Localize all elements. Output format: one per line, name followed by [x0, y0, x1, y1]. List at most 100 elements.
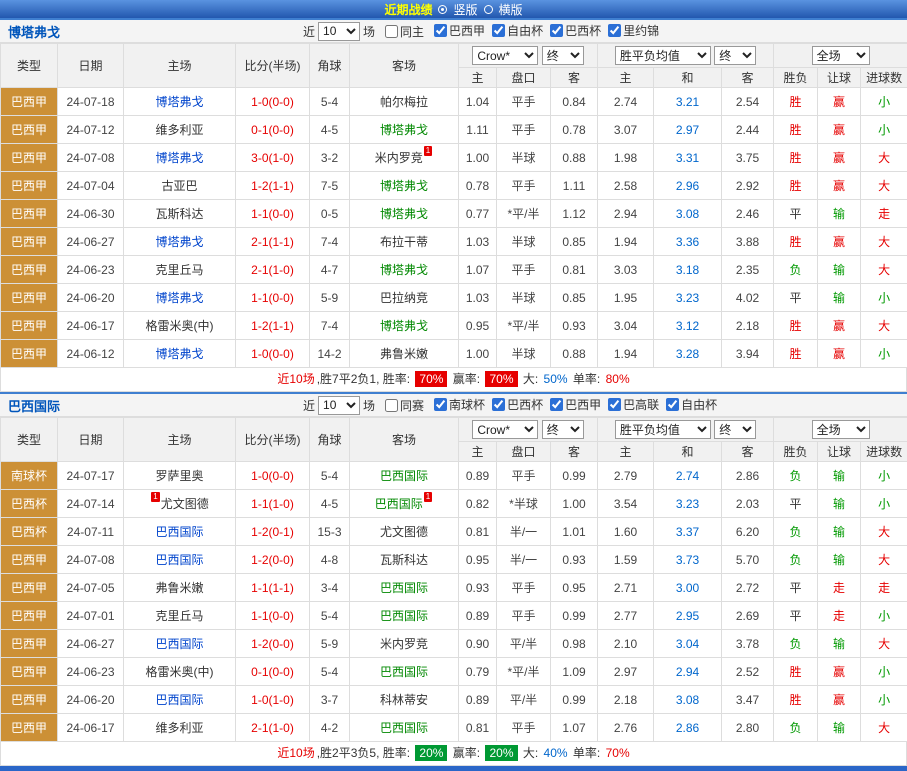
- league-checkbox[interactable]: [492, 398, 505, 411]
- league-type: 巴西甲: [1, 144, 58, 172]
- league-checkbox[interactable]: [608, 24, 621, 37]
- away-team-name[interactable]: 巴西国际: [380, 581, 428, 595]
- asian-odds-group: Crow* 终: [459, 44, 598, 68]
- subcol-asian-away: 客: [551, 442, 598, 462]
- scope-select[interactable]: 全场: [812, 46, 870, 65]
- away-team-name[interactable]: 巴西国际: [380, 469, 428, 483]
- odds-final-select[interactable]: 终: [542, 420, 584, 439]
- same-venue-filter[interactable]: 同主: [385, 23, 424, 40]
- same-venue-filter[interactable]: 同赛: [385, 397, 424, 414]
- match-count-select[interactable]: 10: [318, 22, 360, 41]
- score: 1-2(0-0): [236, 630, 310, 658]
- section-team-1: 博塔弗戈 近 10 场 同主 巴西甲自由杯巴西杯里约锦 类型 日期 主场 比分(…: [0, 18, 907, 392]
- away-team-name[interactable]: 巴西国际1: [375, 497, 433, 511]
- layout-vertical-radio[interactable]: [438, 5, 447, 14]
- away-team-name[interactable]: 巴西国际: [380, 665, 428, 679]
- team-name-heading[interactable]: 巴西国际: [8, 396, 303, 415]
- league-filter[interactable]: 南球杯: [434, 396, 485, 413]
- league-checkbox[interactable]: [492, 24, 505, 37]
- euro-away-odds: 3.75: [722, 144, 774, 172]
- avg-odds-select[interactable]: 胜平负均值: [615, 420, 711, 439]
- match-count-select[interactable]: 10: [318, 396, 360, 415]
- home-team-name[interactable]: 博塔弗戈: [155, 347, 203, 361]
- away-team-name[interactable]: 博塔弗戈: [380, 207, 428, 221]
- asian-away-odds: 0.81: [551, 256, 598, 284]
- away-team-cell: 博塔弗戈: [350, 116, 459, 144]
- away-team-name[interactable]: 巴西国际: [380, 721, 428, 735]
- home-team-cell: 博塔弗戈: [124, 340, 236, 368]
- col-header-corner: 角球: [310, 44, 350, 88]
- euro-home-odds: 2.76: [598, 714, 654, 742]
- red-card-badge: 1: [151, 492, 159, 502]
- handicap-line: 半球: [497, 228, 551, 256]
- league-filter[interactable]: 巴西甲: [550, 396, 601, 413]
- home-team-name[interactable]: 博塔弗戈: [155, 151, 203, 165]
- odds-provider-select[interactable]: Crow*: [472, 46, 538, 65]
- home-team-name[interactable]: 博塔弗戈: [155, 235, 203, 249]
- red-card-badge: 1: [424, 492, 432, 502]
- league-checkbox[interactable]: [550, 24, 563, 37]
- league-checkbox[interactable]: [434, 398, 447, 411]
- home-team-name[interactable]: 巴西国际: [155, 553, 203, 567]
- league-filter[interactable]: 自由杯: [492, 22, 543, 39]
- avg-odds-select[interactable]: 胜平负均值: [615, 46, 711, 65]
- euro-draw-odds: 3.31: [654, 144, 722, 172]
- odds-final-select[interactable]: 终: [542, 46, 584, 65]
- corners: 15-3: [310, 518, 350, 546]
- result-goals: 大: [861, 518, 907, 546]
- match-row: 巴西甲24-06-17格雷米奥(中)1-2(1-1)7-4博塔弗戈0.95*平/…: [1, 312, 907, 340]
- layout-horizontal-radio[interactable]: [484, 5, 493, 14]
- home-team-name[interactable]: 博塔弗戈: [155, 291, 203, 305]
- match-date: 24-07-18: [58, 88, 124, 116]
- euro-away-odds: 2.80: [722, 714, 774, 742]
- league-checkbox[interactable]: [666, 398, 679, 411]
- away-team-name[interactable]: 博塔弗戈: [380, 263, 428, 277]
- league-checkbox[interactable]: [608, 398, 621, 411]
- result-wdl: 负: [774, 630, 818, 658]
- result-handicap: 走: [818, 574, 861, 602]
- home-team-name[interactable]: 巴西国际: [155, 693, 203, 707]
- asian-away-odds: 1.07: [551, 714, 598, 742]
- home-team-name[interactable]: 博塔弗戈: [155, 95, 203, 109]
- home-team-name: 弗鲁米嫩: [155, 581, 203, 595]
- scope-select[interactable]: 全场: [812, 420, 870, 439]
- euro-draw-odds: 2.96: [654, 172, 722, 200]
- league-filter[interactable]: 自由杯: [666, 396, 717, 413]
- same-venue-checkbox[interactable]: [385, 25, 398, 38]
- corners: 4-5: [310, 116, 350, 144]
- league-checkbox[interactable]: [550, 398, 563, 411]
- odds-provider-select[interactable]: Crow*: [472, 420, 538, 439]
- avg-final-select[interactable]: 终: [714, 420, 756, 439]
- page-title: 近期战绩: [384, 1, 432, 18]
- away-team-name[interactable]: 博塔弗戈: [380, 123, 428, 137]
- avg-final-select[interactable]: 终: [714, 46, 756, 65]
- away-team-cell: 帕尔梅拉: [350, 88, 459, 116]
- asian-away-odds: 1.11: [551, 172, 598, 200]
- summary-prefix: 近10场: [277, 372, 314, 386]
- home-team-cell: 巴西国际: [124, 630, 236, 658]
- league-filter[interactable]: 巴西杯: [492, 396, 543, 413]
- euro-away-odds: 2.86: [722, 462, 774, 490]
- home-team-cell: 维多利亚: [124, 116, 236, 144]
- euro-home-odds: 2.58: [598, 172, 654, 200]
- near-label: 近: [303, 397, 315, 414]
- away-team-name[interactable]: 巴西国际: [380, 609, 428, 623]
- away-team-name[interactable]: 博塔弗戈: [380, 319, 428, 333]
- league-filter[interactable]: 里约锦: [608, 22, 659, 39]
- league-filter[interactable]: 巴西杯: [550, 22, 601, 39]
- league-type: 巴西甲: [1, 630, 58, 658]
- home-team-name[interactable]: 巴西国际: [155, 637, 203, 651]
- league-filter[interactable]: 巴高联: [608, 396, 659, 413]
- match-date: 24-06-27: [58, 630, 124, 658]
- handicap-line: 半球: [497, 340, 551, 368]
- euro-home-odds: 1.60: [598, 518, 654, 546]
- home-team-name[interactable]: 巴西国际: [155, 525, 203, 539]
- filters: 近 10 场 同主 巴西甲自由杯巴西杯里约锦: [303, 22, 659, 41]
- same-venue-checkbox[interactable]: [385, 399, 398, 412]
- team-name-heading[interactable]: 博塔弗戈: [8, 22, 303, 41]
- away-team-name[interactable]: 博塔弗戈: [380, 179, 428, 193]
- league-filter[interactable]: 巴西甲: [434, 22, 485, 39]
- handicap-line: 平手: [497, 574, 551, 602]
- league-checkbox[interactable]: [434, 24, 447, 37]
- score: 1-2(1-1): [236, 172, 310, 200]
